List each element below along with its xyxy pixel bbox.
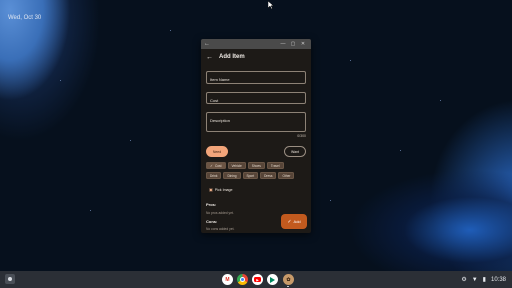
star <box>60 80 61 81</box>
category-chip-shoes[interactable]: Shoes <box>247 162 265 169</box>
category-chips-row-2: Drink Dining Sport Dress Other <box>206 172 295 179</box>
description-field[interactable]: Description <box>206 112 306 132</box>
category-chip-dress[interactable]: Dress <box>260 172 277 179</box>
pros-heading: Pros: <box>206 202 217 207</box>
gmail-icon[interactable]: M <box>222 274 233 285</box>
launcher-icon <box>8 277 12 281</box>
check-icon: ✓ <box>210 163 213 168</box>
gmail-glyph: M <box>225 276 230 283</box>
mouse-cursor-icon <box>268 1 274 9</box>
minimize-button[interactable]: — <box>278 41 288 47</box>
category-chip-travel[interactable]: Travel <box>266 162 284 169</box>
app-bar: ← Add Item <box>201 49 311 65</box>
cost-label: Cost <box>210 98 219 103</box>
camera-icon: ▣ <box>209 187 213 192</box>
add-button[interactable]: ✓ Add <box>281 214 307 229</box>
category-chip-vehicle[interactable]: Vehicle <box>227 162 246 169</box>
chip-label: Vehicle <box>231 163 242 168</box>
pick-image-label: Pick Image <box>214 187 233 192</box>
chip-label: Dining <box>227 173 237 178</box>
cost-field[interactable]: Cost <box>206 92 306 104</box>
description-label: Description <box>210 118 231 123</box>
item-name-field[interactable]: Item Name <box>206 71 306 84</box>
chrome-icon[interactable] <box>237 274 248 285</box>
chip-label: Travel <box>270 163 280 168</box>
desktop-date: Wed, Oct 30 <box>8 15 42 21</box>
launcher-button[interactable] <box>5 274 15 284</box>
chip-label: Dress <box>264 173 273 178</box>
pick-image-button[interactable]: ▣ Pick Image <box>209 187 233 192</box>
category-chip-sport[interactable]: Sport <box>242 172 259 179</box>
description-counter: 0/300 <box>297 134 306 138</box>
window-titlebar: ← — ▢ ✕ <box>201 39 311 49</box>
category-chips-row-1: ✓ Cost Vehicle Shoes Travel <box>206 162 284 169</box>
chip-label: Drink <box>210 173 218 178</box>
star <box>400 150 401 151</box>
need-button[interactable]: Need <box>206 146 228 157</box>
titlebar-back-button[interactable]: ← <box>204 41 212 47</box>
item-name-label: Item Name <box>210 77 230 82</box>
play-store-triangle <box>270 276 275 283</box>
custom-app-icon[interactable]: ✿ <box>283 274 294 285</box>
desktop-wallpaper: Wed, Oct 30 ← — ▢ ✕ ← Add Item Item Name… <box>0 0 512 271</box>
category-chip-drink[interactable]: Drink <box>206 172 222 179</box>
chip-label: Cost <box>214 163 222 168</box>
star <box>130 140 131 141</box>
star <box>350 60 351 61</box>
chip-label: Shoes <box>251 163 261 168</box>
check-icon: ✓ <box>287 218 292 225</box>
play-store-icon[interactable] <box>267 274 278 285</box>
add-item-window: ← — ▢ ✕ ← Add Item Item Name Cost Descri… <box>201 39 311 233</box>
cons-heading: Cons: <box>206 219 218 224</box>
category-chip-other[interactable]: Other <box>278 172 295 179</box>
shelf: M ▶ ✿ ⚙ ▼ ▮ 10:38 <box>0 271 512 288</box>
add-label: Add <box>293 219 301 224</box>
running-indicator <box>287 286 289 287</box>
chip-label: Other <box>282 173 291 178</box>
category-chip-cost[interactable]: ✓ Cost <box>206 162 226 169</box>
play-glyph: ▶ <box>256 277 259 282</box>
category-chip-dining[interactable]: Dining <box>223 172 241 179</box>
chip-label: Sport <box>246 173 255 178</box>
cons-empty-text: No cons added yet. <box>206 227 235 231</box>
want-button[interactable]: Want <box>284 146 306 157</box>
settings-icon: ⚙ <box>461 277 467 283</box>
star <box>170 30 171 31</box>
page-title: Add Item <box>219 54 245 60</box>
battery-icon: ▮ <box>482 277 486 283</box>
wifi-icon: ▼ <box>471 276 478 283</box>
custom-app-glyph: ✿ <box>286 276 291 283</box>
pros-empty-text: No pros added yet. <box>206 211 234 215</box>
maximize-button[interactable]: ▢ <box>288 41 298 47</box>
star <box>90 210 91 211</box>
youtube-logo: ▶ <box>254 277 261 282</box>
youtube-icon[interactable]: ▶ <box>252 274 263 285</box>
star <box>330 200 331 201</box>
back-arrow-icon[interactable]: ← <box>206 54 219 61</box>
star <box>440 100 441 101</box>
chrome-center <box>240 277 245 282</box>
clock-time: 10:38 <box>490 276 506 283</box>
status-tray[interactable]: ⚙ ▼ ▮ 10:38 <box>461 274 506 285</box>
close-button[interactable]: ✕ <box>298 41 308 47</box>
